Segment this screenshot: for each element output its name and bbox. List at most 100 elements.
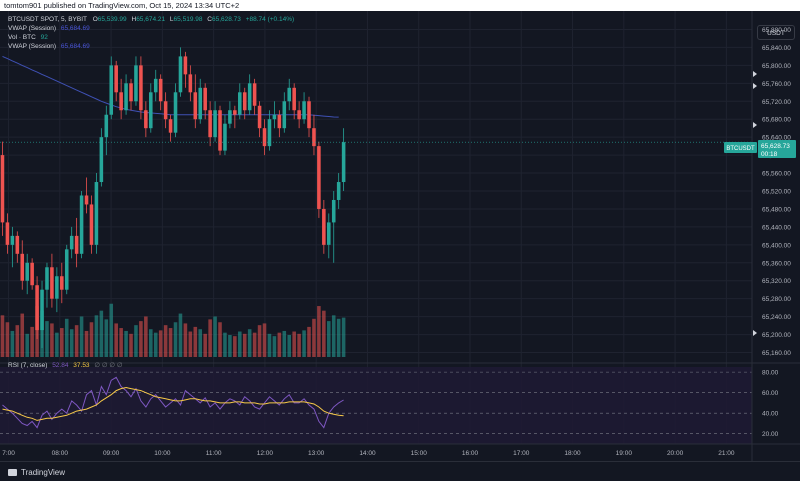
candle-body: [228, 110, 232, 124]
time-tick-label: 7:00: [2, 450, 15, 457]
candle-body: [104, 114, 109, 138]
publish-bar: tomtom901 published on TradingView.com, …: [0, 0, 800, 11]
right-arrow-icon[interactable]: [753, 71, 757, 77]
candle-body: [292, 87, 296, 111]
candle-body: [302, 101, 306, 120]
chart-legend: BTCUSDT SPOT, 5, BYBIT O65,539.99 H65,67…: [8, 15, 294, 51]
volume-bar: [30, 326, 34, 357]
volume-bar: [272, 336, 277, 357]
volume-bar: [124, 330, 128, 357]
right-arrow-icon[interactable]: [753, 122, 757, 128]
volume-bar: [20, 313, 25, 357]
candle-body: [223, 123, 227, 151]
volume-bar: [60, 328, 64, 357]
volume-bar: [238, 331, 242, 357]
candle-body: [272, 114, 277, 120]
hidden-icon[interactable]: ∅: [102, 362, 108, 369]
candle-body: [74, 235, 79, 254]
volume-bar: [188, 331, 193, 357]
volume-bar: [163, 325, 168, 357]
indicator-value: 65,684.69: [60, 25, 90, 32]
volume-bar: [252, 332, 257, 357]
volume-bar: [203, 333, 207, 357]
volume-bar: [228, 335, 232, 357]
indicator-row[interactable]: VWAP (Session) 65,684.69: [8, 42, 294, 51]
volume-bar: [109, 303, 114, 357]
candle-body: [208, 110, 212, 138]
volume-bar: [312, 318, 316, 357]
volume-bar: [218, 322, 222, 357]
time-axis[interactable]: 7:00 08:00 09:00 10:00 11:00 12:00 13:00 14:00 1…: [0, 443, 800, 457]
candle-body: [173, 92, 178, 133]
price-tag-countdown: 00:18: [761, 151, 778, 158]
candle-body: [119, 92, 123, 111]
volume-bar: [287, 335, 292, 357]
right-arrow-icon[interactable]: [753, 330, 757, 336]
volume-bar: [114, 323, 118, 357]
indicator-row[interactable]: Vol · BTC 92: [8, 33, 294, 42]
volume-bar: [84, 330, 89, 357]
candle-body: [124, 83, 128, 111]
candle-body: [247, 83, 252, 111]
volume-bar: [247, 329, 252, 357]
candle-body: [327, 222, 331, 245]
candle-body: [238, 92, 242, 115]
volume-bar: [104, 319, 109, 357]
change-value: +88.74 (+0.14%): [245, 16, 295, 23]
chart-svg[interactable]: 65,880.0065,840.0065,800.0065,760.0065,7…: [0, 11, 800, 461]
candle-body: [262, 128, 267, 147]
rsi-axis[interactable]: 20.00 40.00 60.00 80.00: [762, 370, 779, 439]
volume-bar: [327, 321, 331, 357]
candle-body: [139, 65, 143, 111]
time-tick-label: 10:00: [154, 450, 171, 457]
chart-area[interactable]: 65,880.00 65,840.00 65,800.00 65,760.00 65,7…: [0, 11, 800, 461]
indicator-name: VWAP (Session): [8, 25, 57, 32]
candle-body: [94, 182, 99, 245]
candle-body: [277, 114, 282, 129]
scroll-markers[interactable]: [753, 71, 757, 336]
candle-body: [336, 182, 341, 200]
candle-body: [45, 267, 49, 290]
candle-body: [144, 110, 148, 129]
currency-button[interactable]: USDT: [757, 25, 795, 40]
volume-bar: [168, 328, 173, 357]
rsi-tick-label: 80.00: [762, 370, 779, 377]
hidden-icon[interactable]: ∅: [94, 362, 100, 369]
symbol-row[interactable]: BTCUSDT SPOT, 5, BYBIT O65,539.99 H65,67…: [8, 15, 294, 24]
candle-body: [193, 92, 198, 120]
candle-body: [287, 87, 292, 102]
right-arrow-icon[interactable]: [753, 83, 757, 89]
candle-body: [55, 276, 59, 299]
volume-bar: [45, 321, 49, 357]
indicator-value: 65,684.69: [60, 43, 90, 50]
indicator-row[interactable]: VWAP (Session) 65,684.69: [8, 24, 294, 33]
tv-logo-icon: [8, 469, 17, 476]
volume-bar: [183, 323, 188, 357]
indicator-value: 92: [40, 34, 48, 41]
volume-bar: [149, 329, 153, 357]
candle-body: [35, 285, 39, 331]
tradingview-logo[interactable]: TradingView: [8, 468, 65, 477]
candle-body: [60, 276, 64, 290]
hidden-icon[interactable]: ∅: [117, 362, 123, 369]
price-tick-label: 65,240.00: [762, 314, 791, 321]
volume-bar: [292, 331, 296, 357]
ohlc-h-value: 65,674.21: [136, 16, 166, 23]
rsi-name: RSI (7, close): [8, 362, 48, 369]
rsi-tick-label: 60.00: [762, 390, 779, 397]
candle-body: [322, 208, 326, 245]
candle-body: [233, 110, 237, 115]
rsi-legend[interactable]: RSI (7, close) 52.84 37.53 ∅ ∅ ∅ ∅: [8, 361, 123, 369]
candle-body: [312, 128, 316, 147]
volume-bar: [267, 333, 272, 357]
candle-body: [331, 199, 336, 223]
volume-bar: [193, 326, 198, 357]
price-tick-label: 65,520.00: [762, 189, 791, 196]
candle-body: [257, 105, 262, 129]
volume-bar: [282, 330, 287, 357]
hidden-icon[interactable]: ∅: [109, 362, 115, 369]
volume-bar: [144, 316, 148, 357]
candle-body: [15, 235, 20, 254]
candle-body: [129, 83, 133, 102]
price-tick-label: 65,800.00: [762, 63, 791, 70]
